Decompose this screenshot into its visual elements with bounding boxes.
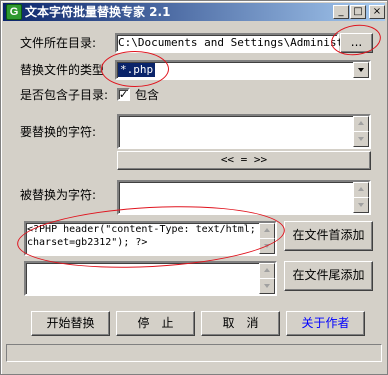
folder-label: 文件所在目录:: [20, 36, 97, 50]
arrow-down-icon: [358, 203, 364, 207]
arrow-up-icon: [358, 187, 364, 191]
arrow-down-icon: [264, 244, 270, 248]
minimize-button[interactable]: _: [333, 5, 349, 19]
scroll-down-button[interactable]: [353, 197, 369, 213]
append-textarea[interactable]: [24, 261, 277, 296]
find-label: 要替换的字符:: [20, 125, 97, 139]
swap-button[interactable]: << = >>: [117, 151, 371, 170]
maximize-button[interactable]: □: [350, 5, 366, 19]
arrow-down-icon: [358, 137, 364, 141]
prepend-button[interactable]: 在文件首添加: [284, 221, 373, 251]
replace-scrollbar[interactable]: [353, 182, 369, 213]
subdir-checkbox[interactable]: ✓: [117, 88, 130, 101]
filetype-combobox[interactable]: *.php: [115, 60, 371, 80]
scroll-up-button[interactable]: [259, 223, 275, 239]
start-replace-button[interactable]: 开始替换: [31, 311, 110, 336]
folder-path-value: C:\Documents and Settings\Administr: [118, 36, 350, 49]
cancel-button[interactable]: 取 消: [201, 311, 280, 336]
app-window: G 文本字符批量替换专家 2.1 _ □ × 文件所在目录: C:\Docume…: [0, 0, 388, 375]
arrow-up-icon: [358, 121, 364, 125]
scroll-down-button[interactable]: [259, 278, 275, 294]
filetype-selected-value: *.php: [118, 63, 156, 77]
find-scrollbar[interactable]: [353, 116, 369, 147]
chevron-down-icon: [358, 68, 364, 72]
status-bar: [6, 344, 382, 362]
scroll-up-button[interactable]: [353, 182, 369, 198]
prepend-text: <?PHP header("content-Type: text/html; c…: [27, 224, 256, 248]
replace-textarea[interactable]: [117, 180, 371, 215]
stop-button[interactable]: 停 止: [116, 311, 195, 336]
subdir-option-label[interactable]: 包含: [135, 88, 159, 102]
prepend-scrollbar[interactable]: [259, 223, 275, 254]
arrow-down-icon: [264, 284, 270, 288]
arrow-up-icon: [264, 268, 270, 272]
scroll-up-button[interactable]: [353, 116, 369, 132]
title-bar[interactable]: G 文本字符批量替换专家 2.1 _ □ ×: [3, 3, 385, 21]
window-title: 文本字符批量替换专家 2.1: [25, 5, 171, 19]
prepend-textarea[interactable]: <?PHP header("content-Type: text/html; c…: [24, 221, 277, 256]
close-button[interactable]: ×: [369, 5, 385, 19]
append-button[interactable]: 在文件尾添加: [284, 261, 373, 291]
append-scrollbar[interactable]: [259, 263, 275, 294]
filetype-label: 替换文件的类型: [20, 63, 105, 77]
find-textarea[interactable]: [117, 114, 371, 149]
scroll-down-button[interactable]: [259, 238, 275, 254]
scroll-down-button[interactable]: [353, 131, 369, 147]
browse-button[interactable]: ...: [340, 33, 373, 53]
replace-label: 被替换为字符:: [20, 188, 97, 202]
folder-path-input[interactable]: C:\Documents and Settings\Administr: [115, 33, 350, 53]
app-icon: G: [6, 4, 22, 20]
filetype-dropdown-button[interactable]: [353, 62, 369, 78]
subdir-label: 是否包含子目录:: [20, 88, 109, 102]
scroll-up-button[interactable]: [259, 263, 275, 279]
arrow-up-icon: [264, 228, 270, 232]
about-author-button[interactable]: 关于作者: [286, 311, 365, 336]
